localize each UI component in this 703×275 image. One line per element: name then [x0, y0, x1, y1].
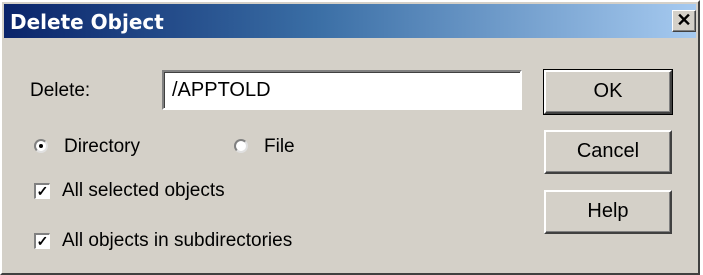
checkmark-icon: ✓: [36, 233, 49, 249]
ok-button[interactable]: OK: [543, 69, 673, 115]
checkmark-icon: ✓: [36, 183, 49, 199]
checkbox-all-selected[interactable]: ✓ All selected objects: [32, 180, 292, 204]
radio-file-button[interactable]: [234, 139, 248, 153]
delete-label: Delete:: [30, 80, 91, 101]
close-icon: ✕: [676, 10, 692, 30]
radio-directory-button[interactable]: [34, 139, 48, 153]
dialog-title: Delete Object: [10, 10, 164, 34]
radio-file[interactable]: File: [232, 136, 312, 160]
checkbox-subdirectories[interactable]: ✓ All objects in subdirectories: [32, 230, 372, 254]
cancel-button[interactable]: Cancel: [544, 130, 672, 174]
checkbox-subdirectories-box[interactable]: ✓: [34, 233, 50, 249]
radio-file-label: File: [264, 136, 295, 157]
radio-directory-label: Directory: [64, 136, 141, 157]
delete-object-dialog: Delete Object ✕ Delete: /APPTOLD Directo…: [0, 0, 700, 275]
checkbox-all-selected-box[interactable]: ✓: [34, 183, 50, 199]
delete-path-input[interactable]: /APPTOLD: [162, 70, 522, 110]
title-bar: Delete Object ✕: [4, 4, 696, 38]
radio-directory[interactable]: Directory: [32, 136, 162, 160]
radio-selected-dot: [39, 144, 43, 148]
help-button[interactable]: Help: [544, 190, 672, 234]
close-button[interactable]: ✕: [672, 10, 696, 32]
checkbox-subdirectories-label: All objects in subdirectories: [62, 230, 293, 251]
checkbox-all-selected-label: All selected objects: [62, 180, 225, 201]
